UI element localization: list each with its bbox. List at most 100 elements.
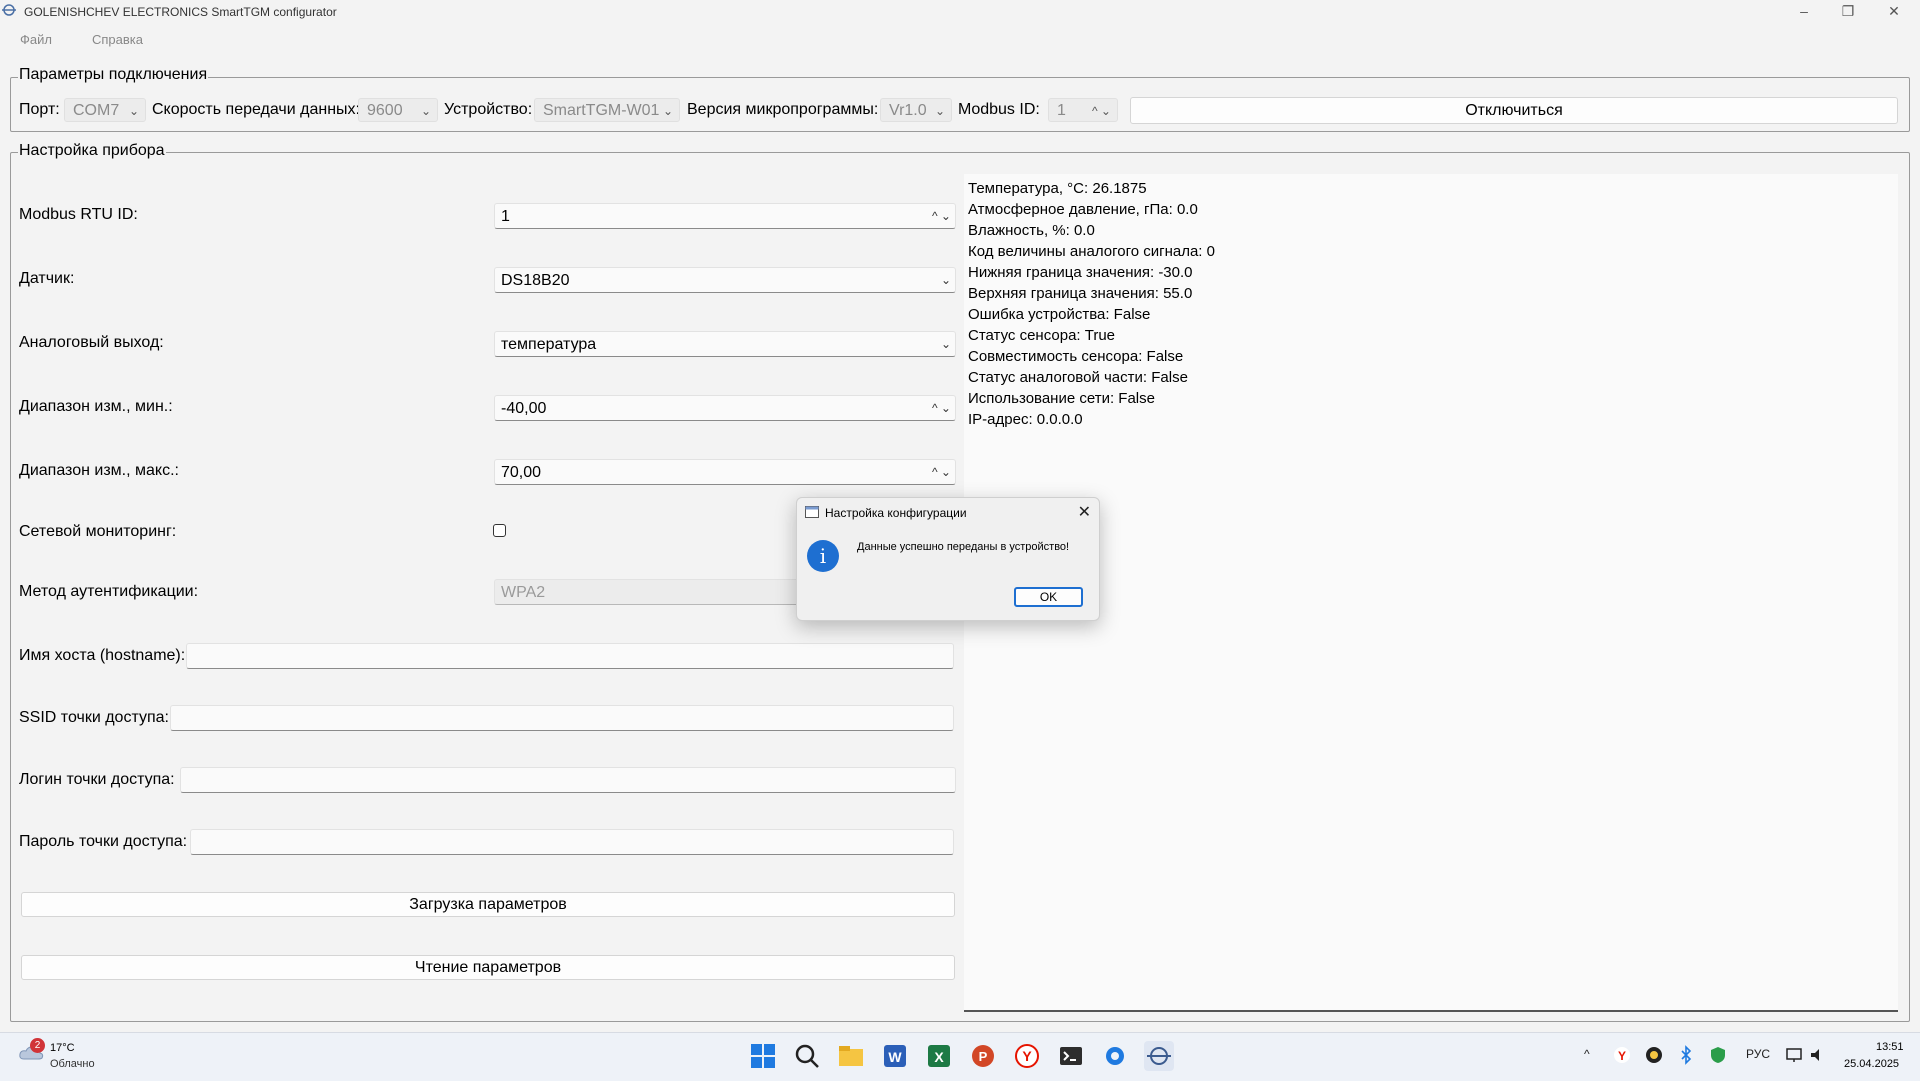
info-line: Ошибка устройства: False (968, 306, 1151, 323)
start-icon[interactable] (748, 1041, 778, 1071)
modbus-rtu-spinbox[interactable]: 1 ^ ⌄ (494, 203, 956, 229)
weather-condition[interactable]: Облачно (50, 1058, 95, 1070)
password-input[interactable] (190, 829, 954, 855)
sensor-select[interactable]: DS18B20 ⌄ (494, 267, 956, 293)
svg-text:X: X (934, 1049, 944, 1065)
message-dialog: Настройка конфигурации ✕ i Данные успешн… (796, 497, 1100, 621)
settings-group-title: Настройка прибора (18, 142, 166, 160)
hostname-input[interactable] (186, 643, 954, 669)
range-max-spinbox[interactable]: 70,00 ^ ⌄ (494, 459, 956, 485)
smarttgm-configurator-icon[interactable] (1144, 1041, 1174, 1071)
ssid-input[interactable] (170, 705, 954, 731)
bluetooth-icon[interactable] (1676, 1045, 1696, 1065)
info-line: IP-адрес: 0.0.0.0 (968, 411, 1083, 428)
close-button[interactable]: ✕ (1872, 0, 1916, 22)
svg-text:P: P (979, 1049, 988, 1064)
weather-temperature[interactable]: 17°C (50, 1042, 75, 1054)
file-explorer-icon[interactable] (836, 1041, 866, 1071)
title-bar: GOLENISHCHEV ELECTRONICS SmartTGM config… (0, 0, 1920, 24)
device-select[interactable]: SmartTGM-W01 ⌄ (534, 98, 680, 122)
app-icon (2, 4, 16, 16)
read-parameters-button[interactable]: Чтение параметров (21, 955, 955, 980)
connection-group-title: Параметры подключения (18, 66, 209, 84)
range-min-label: Диапазон изм., мин.: (19, 398, 173, 415)
sensor-label: Датчик: (19, 270, 75, 287)
weather-badge: 2 (30, 1038, 45, 1053)
menu-file[interactable]: Файл (20, 32, 52, 47)
language-indicator[interactable]: РУС (1746, 1047, 1770, 1061)
auth-method-label: Метод аутентификации: (19, 583, 199, 600)
spin-arrows-icon[interactable]: ^ ⌄ (932, 460, 951, 484)
chevron-down-icon: ⌄ (128, 104, 139, 118)
yandex-browser-icon[interactable]: Y (1012, 1041, 1042, 1071)
baud-select[interactable]: 9600 ⌄ (358, 98, 438, 122)
svg-text:Y: Y (1022, 1048, 1032, 1064)
clock-time[interactable]: 13:51 (1876, 1041, 1904, 1053)
network-monitoring-label: Сетевой мониторинг: (19, 523, 177, 540)
network-icon[interactable] (1784, 1045, 1804, 1065)
spin-arrows-icon[interactable]: ^ ⌄ (1092, 99, 1111, 123)
login-input[interactable] (180, 767, 956, 793)
port-label: Порт: (19, 101, 60, 118)
range-max-label: Диапазон изм., макс.: (19, 462, 179, 479)
device-info-panel: Температура, °С: 26.1875 Атмосферное дав… (964, 174, 1898, 1012)
menu-help[interactable]: Справка (92, 32, 143, 47)
range-min-spinbox[interactable]: -40,00 ^ ⌄ (494, 395, 956, 421)
terminal-icon[interactable] (1056, 1041, 1086, 1071)
password-label: Пароль точки доступа: (19, 833, 188, 850)
svg-text:W: W (888, 1049, 902, 1065)
chevron-down-icon: ⌄ (934, 104, 945, 118)
disconnect-button[interactable]: Отключиться (1130, 97, 1898, 124)
ok-button[interactable]: OK (1014, 587, 1083, 607)
taskbar: 2 17°C Облачно W X P Y ^ Y РУС 13:51 25.… (0, 1032, 1920, 1081)
port-select[interactable]: COM7 ⌄ (64, 98, 146, 122)
info-line: Верхняя граница значения: 55.0 (968, 285, 1193, 302)
volume-icon[interactable] (1808, 1045, 1828, 1065)
clock-date[interactable]: 25.04.2025 (1844, 1058, 1899, 1070)
window-title: GOLENISHCHEV ELECTRONICS SmartTGM config… (24, 5, 337, 19)
info-line: Код величины аналогого сигнала: 0 (968, 243, 1215, 260)
firmware-select[interactable]: Vr1.0 ⌄ (880, 98, 952, 122)
security-tray-icon[interactable] (1708, 1045, 1728, 1065)
hostname-label: Имя хоста (hostname): (19, 647, 186, 664)
close-icon[interactable]: ✕ (1078, 502, 1091, 522)
window-icon (805, 506, 819, 518)
info-icon: i (807, 540, 839, 572)
info-line: Статус сенсора: True (968, 327, 1116, 344)
ssid-label: SSID точки доступа: (19, 709, 169, 726)
modbus-id-spinbox[interactable]: 1 ^ ⌄ (1048, 98, 1118, 122)
info-line: Нижняя граница значения: -30.0 (968, 264, 1193, 281)
restore-button[interactable]: ❐ (1826, 0, 1870, 22)
svg-text:Y: Y (1618, 1049, 1626, 1063)
baud-label: Скорость передачи данных: (152, 101, 360, 118)
info-line: Влажность, %: 0.0 (968, 222, 1095, 239)
search-icon[interactable] (792, 1041, 822, 1071)
network-monitoring-checkbox[interactable] (493, 524, 506, 537)
messenger-tray-icon[interactable] (1644, 1045, 1664, 1065)
dialog-title: Настройка конфигурации (825, 506, 967, 520)
chevron-down-icon: ⌄ (662, 104, 673, 118)
info-line: Атмосферное давление, гПа: 0.0 (968, 201, 1198, 218)
word-icon[interactable]: W (880, 1041, 910, 1071)
info-line: Статус аналоговой части: False (968, 369, 1188, 386)
spin-arrows-icon[interactable]: ^ ⌄ (932, 204, 951, 228)
firmware-label: Версия микропрограммы: (687, 101, 879, 118)
upload-parameters-button[interactable]: Загрузка параметров (21, 892, 955, 917)
info-line: Температура, °С: 26.1875 (968, 180, 1147, 197)
powerpoint-icon[interactable]: P (968, 1041, 998, 1071)
minimize-button[interactable]: – (1782, 0, 1826, 22)
modbus-id-label: Modbus ID: (958, 101, 1040, 118)
login-label: Логин точки доступа: (19, 771, 175, 788)
analog-output-label: Аналоговый выход: (19, 334, 164, 351)
modbus-rtu-label: Modbus RTU ID: (19, 206, 138, 223)
settings-icon[interactable] (1100, 1041, 1130, 1071)
chevron-down-icon: ⌄ (940, 337, 951, 351)
yandex-tray-icon[interactable]: Y (1612, 1045, 1632, 1065)
excel-icon[interactable]: X (924, 1041, 954, 1071)
chevron-up-icon[interactable]: ^ (1584, 1047, 1590, 1061)
analog-output-select[interactable]: температура ⌄ (494, 331, 956, 357)
info-line: Совместимость сенсора: False (968, 348, 1184, 365)
device-label: Устройство: (444, 101, 533, 118)
dialog-message: Данные успешно переданы в устройство! (857, 541, 1070, 553)
spin-arrows-icon[interactable]: ^ ⌄ (932, 396, 951, 420)
